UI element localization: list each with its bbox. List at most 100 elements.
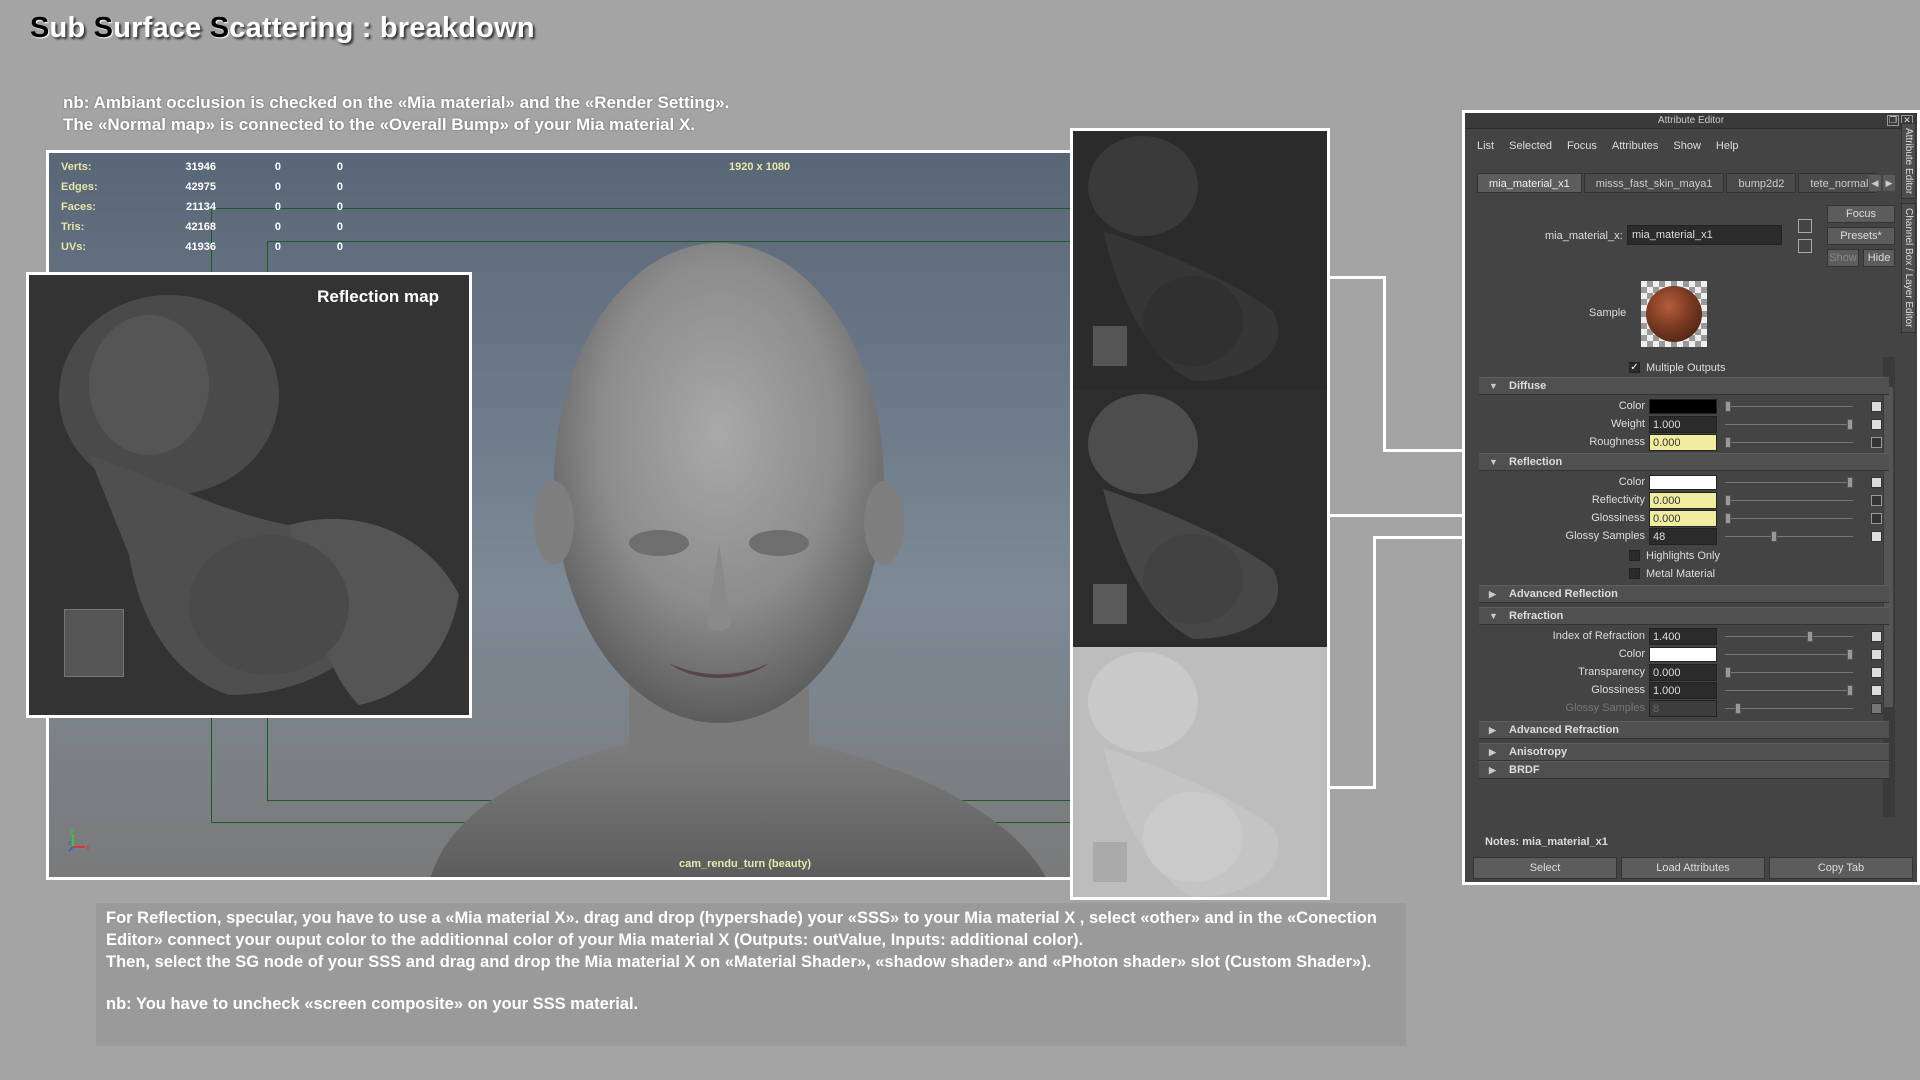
note-bottom-paragraph-2: Then, select the SG node of your SSS and… (106, 953, 1372, 971)
restore-icon[interactable]: ❐ (1887, 115, 1899, 126)
map-button-icon[interactable] (1871, 401, 1882, 412)
section-refraction[interactable]: ▼ Refraction (1479, 607, 1889, 625)
diffuse-weight-row: Weight 1.000 (1479, 415, 1889, 435)
input-connections-icon[interactable] (1798, 219, 1812, 233)
reflection-glossiness-slider[interactable] (1725, 513, 1853, 524)
map-button-icon[interactable] (1871, 531, 1882, 542)
section-advanced-refraction[interactable]: ▶ Advanced Refraction (1479, 721, 1889, 739)
poly-count-hud: Verts: 31946 0 0 Edges: 42975 0 0 Faces: 21134 0… (61, 157, 343, 257)
metal-material-checkbox[interactable]: Metal Material (1629, 565, 1889, 583)
map-button-icon[interactable] (1871, 685, 1882, 696)
section-advanced-reflection[interactable]: ▶ Advanced Reflection (1479, 585, 1889, 603)
tab-tete-normalmap[interactable]: tete_normalm (1798, 173, 1877, 193)
ae-attributes-list: ✓ Multiple Outputs ▼ Diffuse Color Weight… (1479, 357, 1903, 825)
map-button-icon[interactable] (1871, 631, 1882, 642)
map-button-icon[interactable] (1871, 419, 1882, 430)
note-bottom: For Reflection, specular, you have to us… (96, 903, 1406, 1046)
diffuse-weight-slider[interactable] (1725, 419, 1853, 430)
glossy-samples-slider[interactable] (1725, 531, 1853, 542)
section-brdf[interactable]: ▶ BRDF (1479, 761, 1889, 779)
ior-slider[interactable] (1725, 631, 1853, 642)
multiple-outputs-checkbox[interactable]: ✓ Multiple Outputs (1629, 359, 1889, 377)
reflectivity-field[interactable]: 0.000 (1649, 492, 1717, 509)
attribute-editor: Attribute Editor ❐ ✕ List Selected Focus… (1462, 110, 1920, 885)
note-top-line-1: nb: Ambiant occlusion is checked on the … (63, 93, 730, 112)
glossy-samples-row: Glossy Samples 48 (1479, 527, 1889, 547)
map-button-icon[interactable] (1871, 649, 1882, 660)
head-model[interactable] (389, 203, 1069, 880)
map-button-icon[interactable] (1871, 667, 1882, 678)
collapsed-triangle-icon: ▶ (1489, 589, 1496, 599)
refraction-color-swatch[interactable] (1649, 647, 1717, 662)
section-anisotropy[interactable]: ▶ Anisotropy (1479, 743, 1889, 761)
reflection-glossiness-field[interactable]: 0.000 (1649, 510, 1717, 527)
reflection-map-label: Reflection map (317, 287, 439, 306)
diffuse-roughness-field[interactable]: 0.000 (1649, 434, 1717, 451)
glossy-samples-field[interactable]: 48 (1649, 528, 1717, 545)
menu-show[interactable]: Show (1673, 140, 1701, 152)
highlights-only-checkbox[interactable]: Highlights Only (1629, 547, 1889, 565)
transparency-row: Transparency 0.000 (1479, 663, 1889, 683)
svg-text:x: x (86, 845, 90, 852)
note-bottom-paragraph-1: For Reflection, specular, you have to us… (106, 909, 1377, 949)
select-button[interactable]: Select (1473, 857, 1617, 879)
refraction-glossy-samples-row: Glossy Samples 8 (1479, 699, 1889, 719)
diffuse-roughness-slider[interactable] (1725, 437, 1853, 448)
tab-misss-fast-skin[interactable]: misss_fast_skin_maya1 (1583, 173, 1725, 193)
menu-focus[interactable]: Focus (1567, 140, 1597, 152)
tab-mia-material[interactable]: mia_material_x1 (1477, 173, 1582, 193)
connected-map-icon[interactable] (1871, 513, 1882, 524)
node-name-field[interactable] (1627, 225, 1782, 245)
menu-help[interactable]: Help (1716, 140, 1739, 152)
output-connections-icon[interactable] (1798, 239, 1812, 253)
reflection-color-swatch[interactable] (1649, 475, 1717, 490)
tab-bump2d[interactable]: bump2d2 (1726, 173, 1797, 193)
diffuse-color-slider[interactable] (1725, 401, 1853, 412)
menu-list[interactable]: List (1477, 140, 1494, 152)
ior-field[interactable]: 1.400 (1649, 628, 1717, 645)
node-name-label: mia_material_x: (1545, 230, 1623, 242)
refraction-glossiness-row: Glossiness 1.000 (1479, 681, 1889, 701)
title-rest-3: cattering : breakdown (229, 12, 535, 44)
notes-label: Notes: mia_material_x1 (1485, 836, 1608, 848)
refraction-color-row: Color (1479, 645, 1889, 665)
map-button-icon[interactable] (1871, 477, 1882, 488)
diffuse-weight-field[interactable]: 1.000 (1649, 416, 1717, 433)
vtab-attribute-editor[interactable]: Attribute Editor (1901, 123, 1916, 200)
menu-selected[interactable]: Selected (1509, 140, 1552, 152)
show-button[interactable]: Show (1827, 249, 1859, 267)
material-sample-swatch[interactable] (1641, 281, 1707, 347)
section-diffuse[interactable]: ▼ Diffuse (1479, 377, 1889, 395)
transparency-slider[interactable] (1725, 667, 1853, 678)
reflectivity-slider[interactable] (1725, 495, 1853, 506)
reflection-color-slider[interactable] (1725, 477, 1853, 488)
sample-area: Sample (1479, 273, 1903, 353)
tab-scroll-right-icon[interactable]: ▶ (1883, 175, 1895, 191)
presets-button[interactable]: Presets* (1827, 227, 1895, 245)
diffuse-color-swatch[interactable] (1649, 399, 1717, 414)
menu-attributes[interactable]: Attributes (1612, 140, 1658, 152)
refraction-glossiness-slider[interactable] (1725, 685, 1853, 696)
copy-tab-button[interactable]: Copy Tab (1769, 857, 1913, 879)
uv-thumbnail (64, 609, 124, 677)
svg-text:z: z (68, 840, 72, 847)
load-attributes-button[interactable]: Load Attributes (1621, 857, 1765, 879)
hide-button[interactable]: Hide (1863, 249, 1895, 267)
connector-line (1373, 536, 1376, 789)
ae-menubar: List Selected Focus Attributes Show Help (1477, 140, 1754, 152)
collapsed-triangle-icon: ▶ (1489, 747, 1496, 757)
expanded-triangle-icon: ▼ (1489, 381, 1498, 391)
transparency-field[interactable]: 0.000 (1649, 664, 1717, 681)
hud-row: Tris: 42168 0 0 (61, 221, 343, 233)
refraction-color-slider[interactable] (1725, 649, 1853, 660)
focus-button[interactable]: Focus (1827, 205, 1895, 223)
vtab-channel-box[interactable]: Channel Box / Layer Editor (1901, 203, 1916, 333)
connected-map-icon[interactable] (1871, 495, 1882, 506)
refraction-glossiness-field[interactable]: 1.000 (1649, 682, 1717, 699)
connected-map-icon[interactable] (1871, 437, 1882, 448)
tab-scroll-left-icon[interactable]: ◀ (1869, 175, 1881, 191)
section-reflection[interactable]: ▼ Reflection (1479, 453, 1889, 471)
hud-row: Verts: 31946 0 0 (61, 161, 343, 173)
refraction-glossy-samples-slider (1725, 703, 1853, 714)
title-cap-2: S (93, 12, 114, 44)
